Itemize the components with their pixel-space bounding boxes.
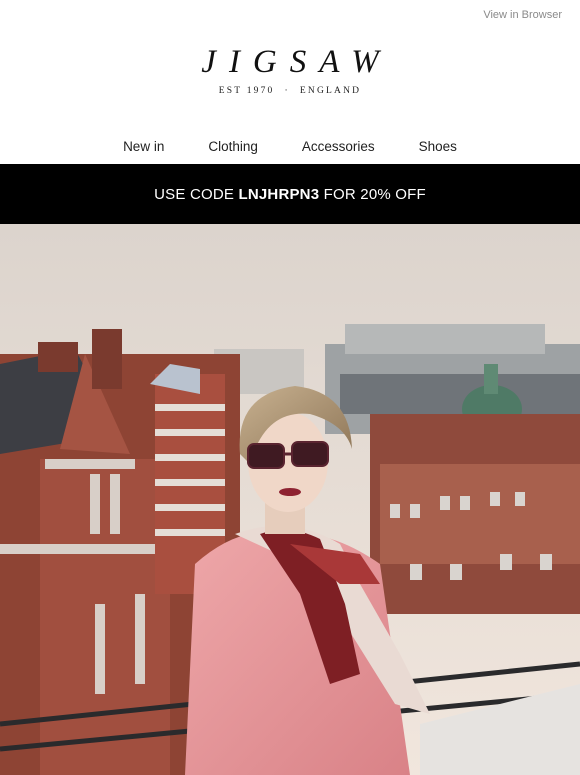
nav-item-new-in[interactable]: New in — [101, 139, 186, 154]
promo-suffix: FOR 20% OFF — [323, 185, 426, 203]
hero-photo-illustration — [0, 224, 580, 775]
promo-code: LNJHRPN3 — [238, 185, 320, 203]
promo-prefix: USE CODE — [154, 185, 235, 203]
brand-logo[interactable]: JIGSAW — [13, 36, 580, 80]
nav-item-shoes[interactable]: Shoes — [397, 139, 479, 154]
tagline-separator: · — [284, 86, 290, 96]
main-nav: New in Clothing Accessories Shoes — [0, 128, 580, 164]
tagline-country: ENGLAND — [299, 86, 362, 96]
nav-item-clothing[interactable]: Clothing — [186, 139, 280, 154]
brand-tagline: EST 1970 · ENGLAND — [0, 86, 580, 96]
hero-image[interactable] — [0, 224, 580, 775]
nav-item-accessories[interactable]: Accessories — [280, 139, 397, 154]
brand-header: JIGSAW EST 1970 · ENGLAND — [0, 36, 580, 128]
tagline-established: EST 1970 — [218, 86, 275, 96]
promo-banner[interactable]: USE CODE LNJHRPN3 FOR 20% OFF — [0, 164, 580, 224]
view-in-browser-link[interactable]: View in Browser — [483, 9, 562, 21]
top-bar: View in Browser — [0, 0, 580, 36]
